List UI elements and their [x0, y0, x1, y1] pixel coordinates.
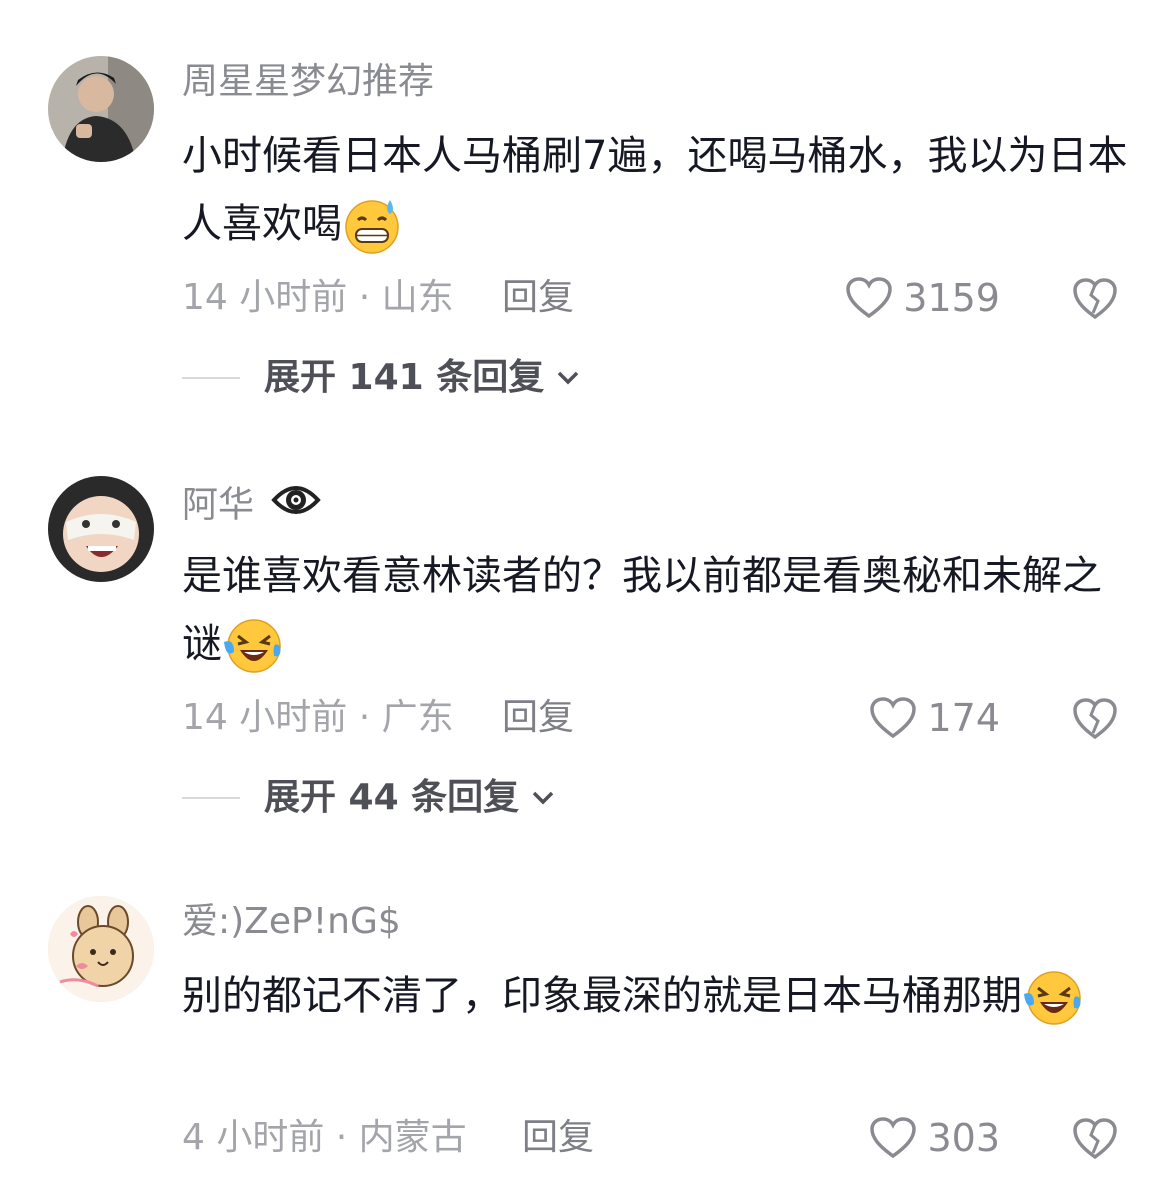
username[interactable]: 阿华 [182, 478, 322, 535]
username[interactable]: 周星星梦幻推荐 [182, 58, 434, 106]
comment-text: 小时候看日本人马桶刷7遍，还喝马桶水，我以为日本人喜欢喝 [182, 122, 1132, 258]
heart-icon [845, 276, 893, 320]
avatar[interactable] [48, 56, 154, 162]
reply-button[interactable]: 回复 [502, 274, 574, 322]
laugh-cry-emoji [222, 616, 282, 676]
avatar[interactable] [48, 896, 154, 1002]
time-location: 14 小时前 · 山东 [182, 277, 454, 318]
like-count: 3159 [903, 276, 1000, 320]
expand-replies-button[interactable]: 展开 141 条回复 [182, 354, 582, 402]
like-button[interactable]: 3159 [845, 274, 1000, 322]
comment-text: 是谁喜欢看意林读者的？我以前都是看奥秘和未解之谜 [182, 542, 1132, 678]
like-button[interactable]: 174 [869, 694, 1000, 742]
broken-heart-icon[interactable] [1072, 275, 1118, 321]
eye-icon [271, 478, 322, 535]
expand-replies-label: 展开 141 条回复 [264, 357, 545, 398]
chevron-down-icon [532, 791, 554, 805]
divider-line [182, 797, 240, 799]
username[interactable]: 爱:)ZeP!nG$ [182, 898, 401, 946]
expand-replies-label: 展开 44 条回复 [264, 777, 520, 818]
comment-text: 别的都记不清了，印象最深的就是日本马桶那期 [182, 962, 1132, 1030]
username-text: 阿华 [182, 484, 255, 526]
comment-text-content: 是谁喜欢看意林读者的？我以前都是看奥秘和未解之谜 [182, 553, 1102, 667]
laugh-cry-emoji [1022, 968, 1082, 1028]
heart-icon [869, 696, 917, 740]
like-count: 303 [927, 1116, 1000, 1160]
comment-text-content: 小时候看日本人马桶刷7遍，还喝马桶水，我以为日本人喜欢喝 [182, 133, 1128, 247]
like-count: 174 [927, 696, 1000, 740]
divider-line [182, 377, 240, 379]
time-location: 4 小时前 · 内蒙古 [182, 1117, 467, 1158]
reply-button[interactable]: 回复 [502, 694, 574, 742]
chevron-down-icon [557, 371, 579, 385]
grin-sweat-emoji [342, 196, 402, 256]
time-location: 14 小时前 · 广东 [182, 697, 454, 738]
expand-replies-button[interactable]: 展开 44 条回复 [182, 774, 557, 822]
reply-button[interactable]: 回复 [522, 1114, 594, 1162]
comment-text-content: 别的都记不清了，印象最深的就是日本马桶那期 [182, 973, 1022, 1019]
like-button[interactable]: 303 [869, 1114, 1000, 1162]
broken-heart-icon[interactable] [1072, 695, 1118, 741]
broken-heart-icon[interactable] [1072, 1115, 1118, 1161]
heart-icon [869, 1116, 917, 1160]
avatar[interactable] [48, 476, 154, 582]
